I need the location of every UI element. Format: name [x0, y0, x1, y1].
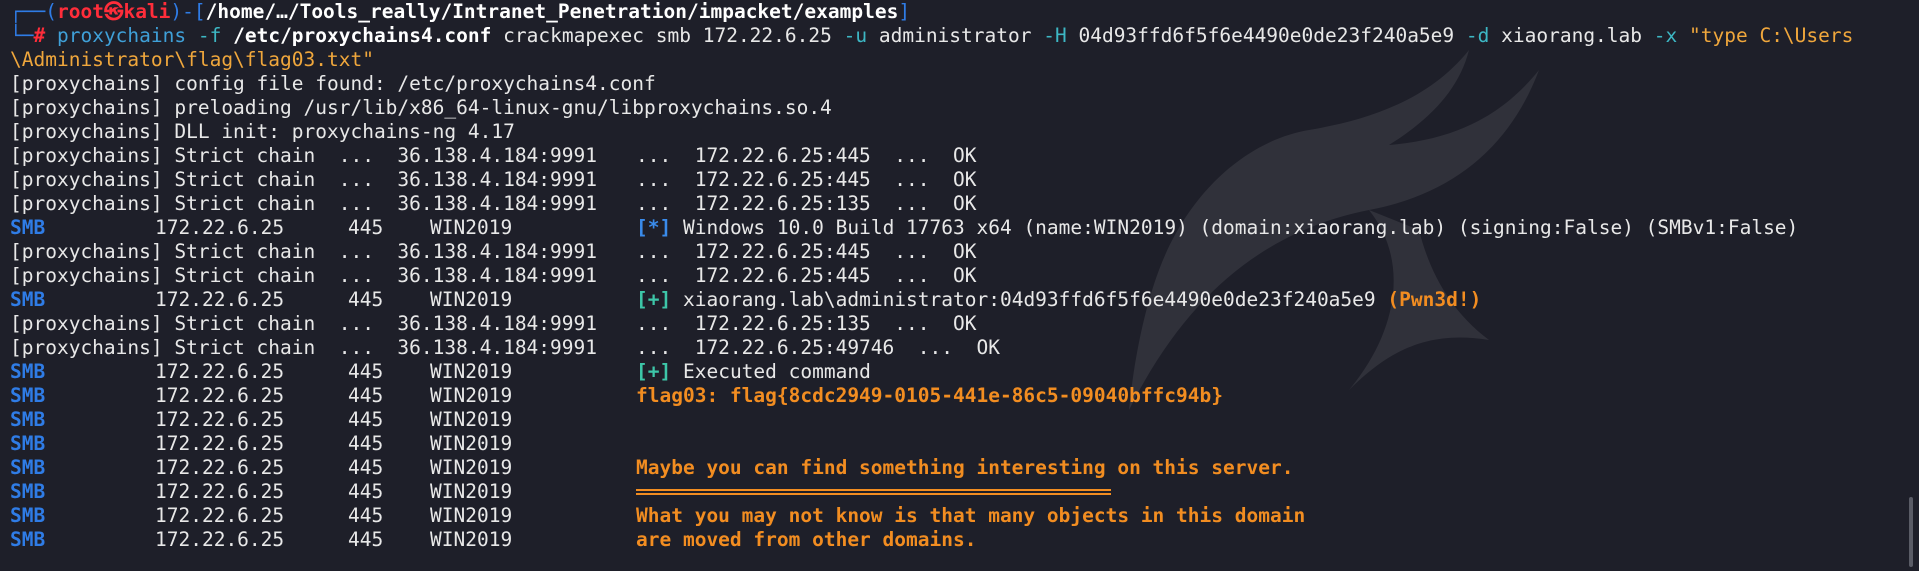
- prompt-user: root: [56, 0, 104, 23]
- scrollbar-thumb[interactable]: [1909, 497, 1913, 567]
- prompt-host: kali: [123, 0, 171, 23]
- info-tag: [*]: [636, 216, 672, 239]
- smb-line: SMB 172.22.6.25 445 WIN2019 [+] Executed com…: [10, 360, 871, 383]
- smb-line: SMB 172.22.6.25 445 WIN2019 [*] Windows 10.0…: [10, 216, 1799, 239]
- smb-line: SMB 172.22.6.25 445 WIN2019: [10, 480, 1919, 504]
- command-line[interactable]: └─# proxychains -f /etc/proxychains4.con…: [10, 24, 1919, 48]
- skull-icon: ㉿: [103, 0, 124, 23]
- cmd-program: proxychains: [56, 24, 187, 47]
- smb-line: SMB 172.22.6.25 445 WIN2019: [10, 432, 513, 455]
- output-line: [proxychains] preloading /usr/lib/x86_64…: [10, 96, 832, 119]
- chain-line: [proxychains] Strict chain ... 36.138.4.…: [10, 240, 977, 263]
- prompt-line: ┌──(root㉿kali)-[/home/…/Tools_really/Int…: [10, 0, 911, 23]
- chain-line: [proxychains] Strict chain ... 36.138.4.…: [10, 144, 977, 167]
- root-hash-icon: #: [33, 24, 46, 47]
- pwned-badge: (Pwn3d!): [1387, 288, 1482, 311]
- output-line: [proxychains] DLL init: proxychains-ng 4…: [10, 120, 515, 143]
- message-line: Maybe you can find something interesting…: [636, 456, 1294, 479]
- flag-value: flag03: flag{8cdc2949-0105-441e-86c5-090…: [636, 384, 1223, 407]
- message-line: are moved from other domains.: [636, 528, 977, 551]
- chain-line: [proxychains] Strict chain ... 36.138.4.…: [10, 264, 977, 287]
- smb-line: SMB 172.22.6.25 445 WIN2019: [10, 408, 513, 431]
- chain-line: [proxychains] Strict chain ... 36.138.4.…: [10, 192, 977, 215]
- chain-line: [proxychains] Strict chain ... 36.138.4.…: [10, 336, 1000, 359]
- smb-line: SMB 172.22.6.25 445 WIN2019 What you may not…: [10, 504, 1306, 527]
- message-line: What you may not know is that many objec…: [636, 504, 1306, 527]
- success-tag: [+]: [636, 360, 672, 383]
- success-tag: [+]: [636, 288, 672, 311]
- smb-line: SMB 172.22.6.25 445 WIN2019 Maybe you can fi…: [10, 456, 1294, 479]
- double-rule-divider: [636, 489, 1111, 495]
- smb-line: SMB 172.22.6.25 445 WIN2019 are moved from o…: [10, 528, 977, 551]
- chain-line: [proxychains] Strict chain ... 36.138.4.…: [10, 312, 977, 335]
- terminal-window[interactable]: ┌──(root㉿kali)-[/home/…/Tools_really/Int…: [0, 0, 1919, 571]
- chain-line: [proxychains] Strict chain ... 36.138.4.…: [10, 168, 977, 191]
- command-line-wrap: \Administrator\flag\flag03.txt": [10, 48, 374, 71]
- smb-line: SMB 172.22.6.25 445 WIN2019 flag03: flag{8cd…: [10, 384, 1223, 407]
- output-line: [proxychains] config file found: /etc/pr…: [10, 72, 656, 95]
- smb-line: SMB 172.22.6.25 445 WIN2019 [+] xiaorang.lab…: [10, 288, 1482, 311]
- prompt-path: /home/…/Tools_really/Intranet_Penetratio…: [205, 0, 899, 23]
